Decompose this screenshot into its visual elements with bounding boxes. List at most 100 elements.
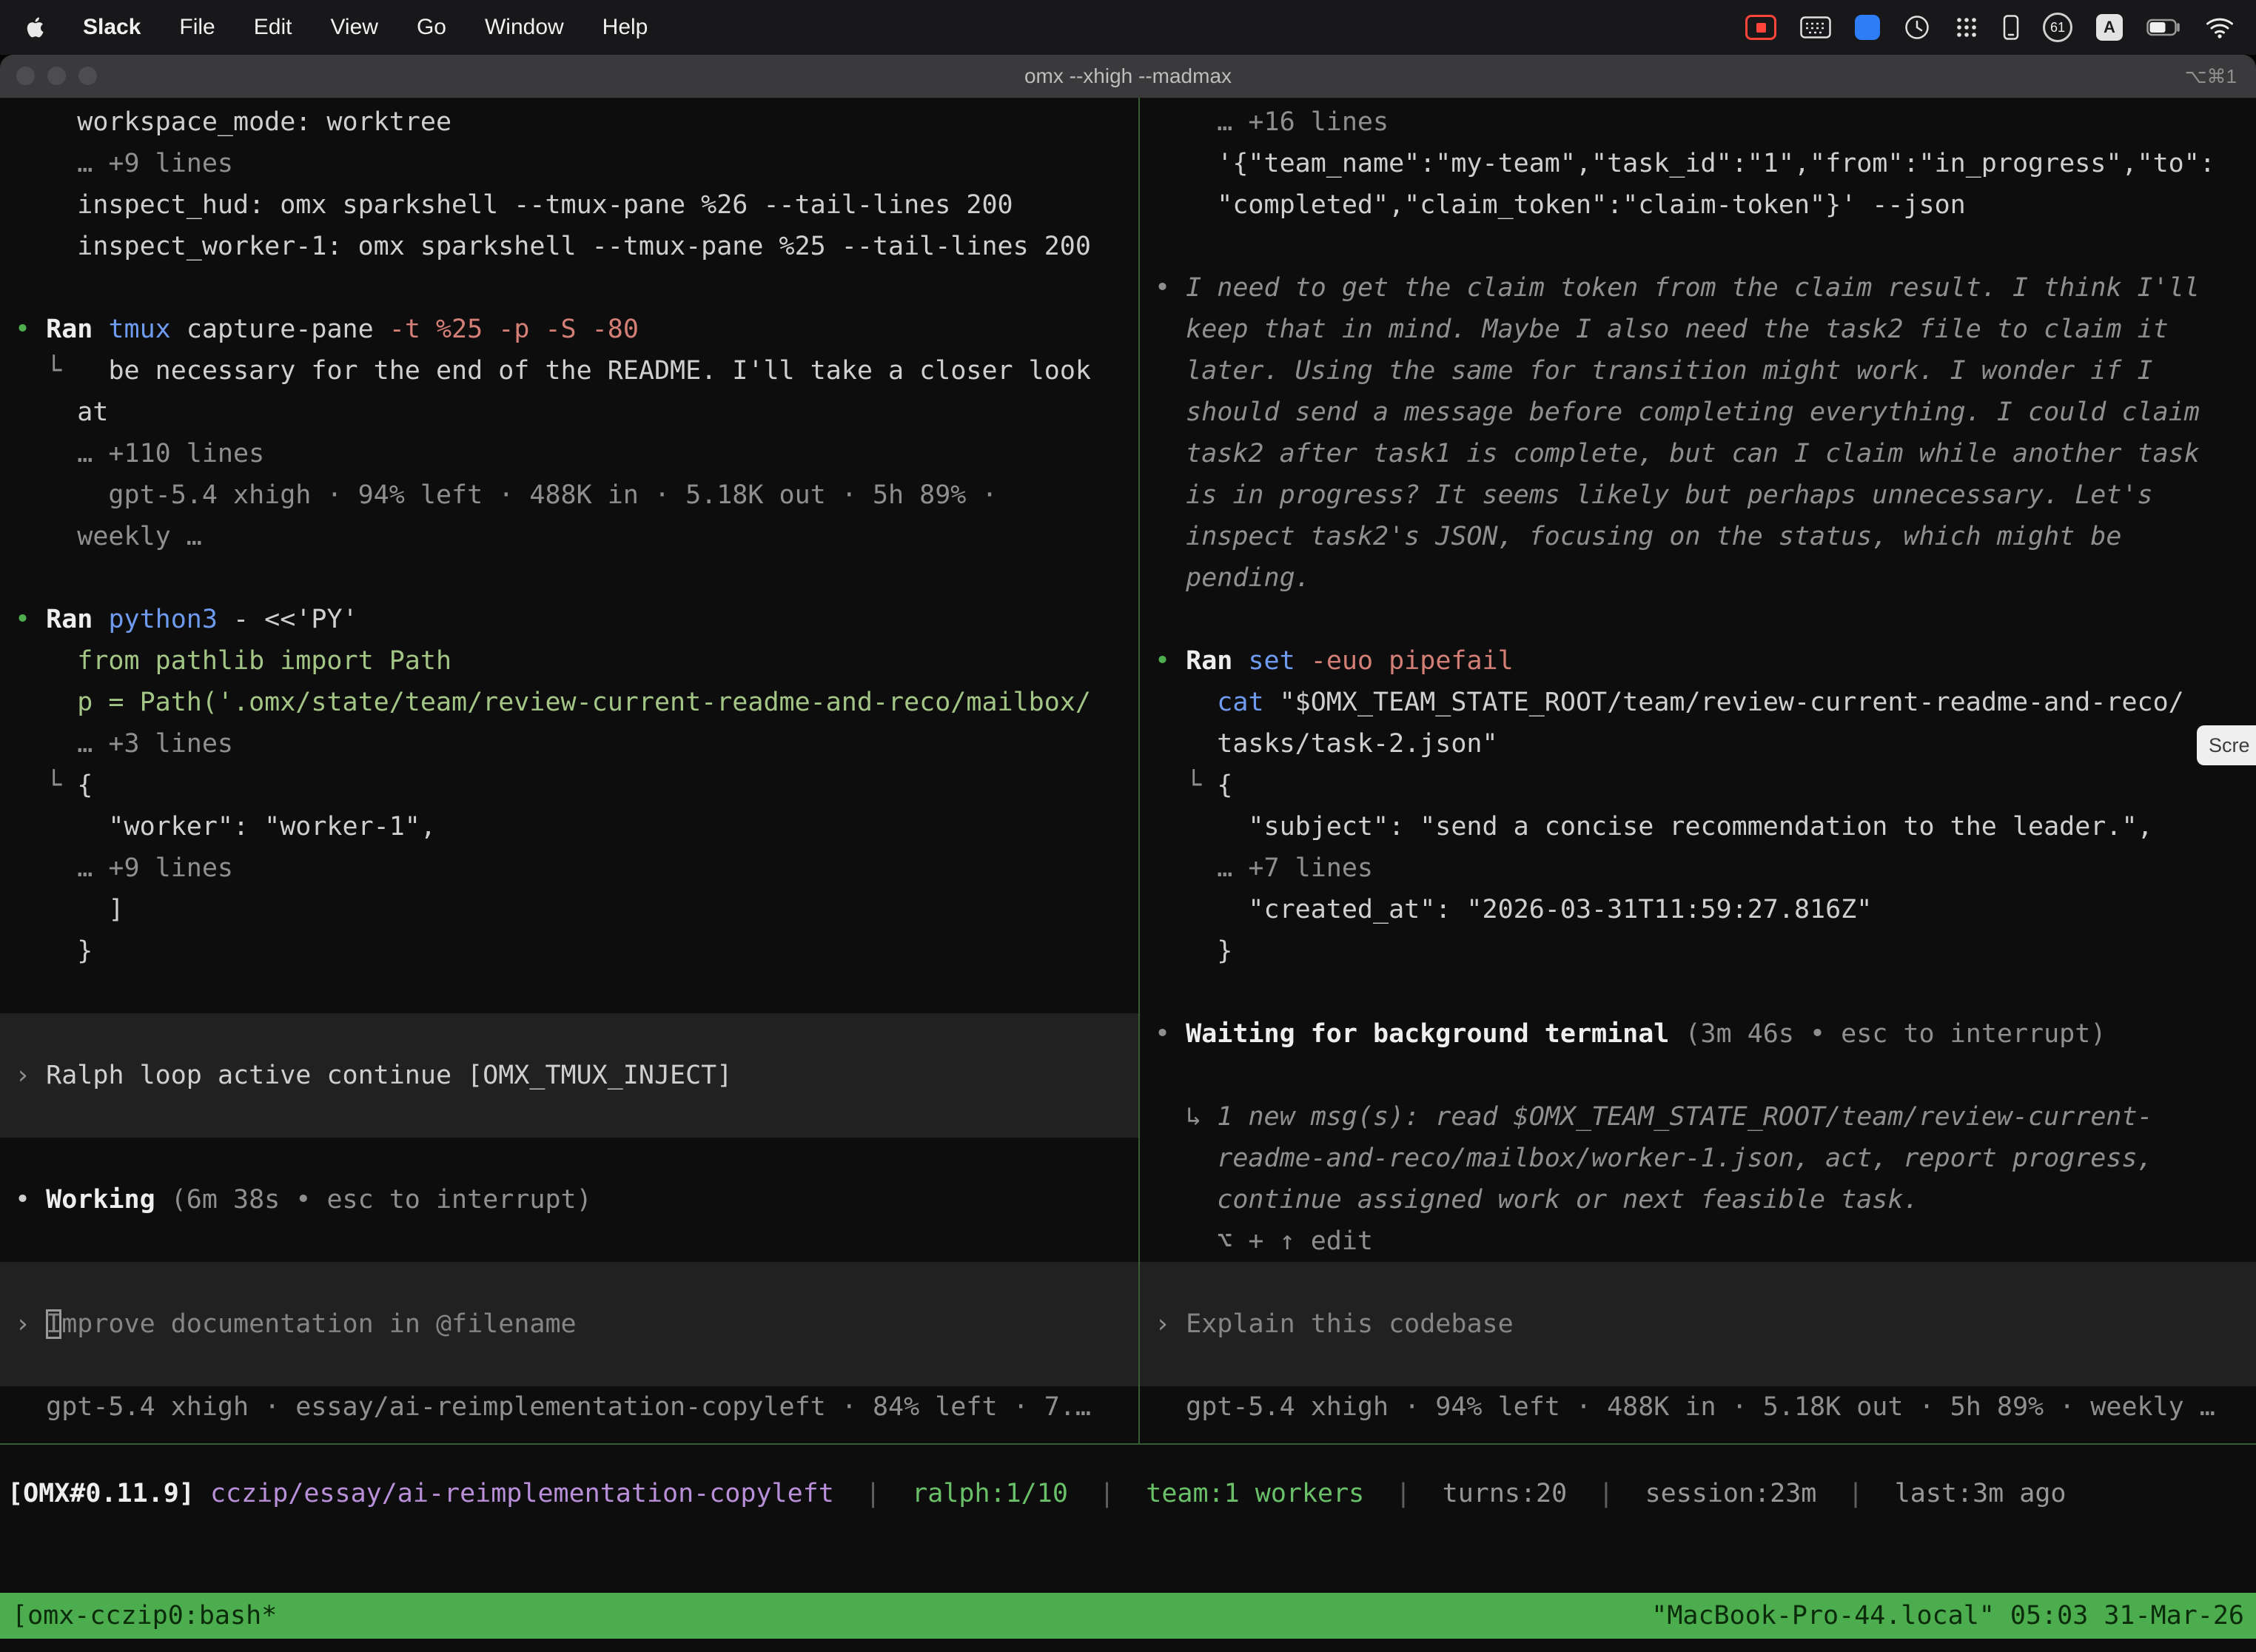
terminal-line: • Ran set -euo pipefail: [1140, 640, 2256, 682]
screenshot-preview-overlay[interactable]: Scre: [2197, 725, 2256, 765]
terminal-line: gpt-5.4 xhigh · 94% left · 488K in · 5.1…: [1140, 1386, 2256, 1428]
terminal-line: [0, 972, 1138, 1013]
terminal-line: • Waiting for background terminal (3m 46…: [1140, 1013, 2256, 1055]
terminal-line: "subject": "send a concise recommendatio…: [1140, 806, 2256, 847]
terminal-line: task2 after task1 is complete, but can I…: [1140, 433, 2256, 474]
menu-go[interactable]: Go: [397, 15, 466, 39]
terminal-line: workspace_mode: worktree: [0, 101, 1138, 143]
menu-help[interactable]: Help: [583, 15, 668, 39]
clock-icon[interactable]: [1904, 14, 1930, 41]
menubar-menus: FileEditViewGoWindowHelp: [160, 15, 667, 40]
terminal-line: [1140, 1262, 2256, 1303]
battery-percentage-value: 61: [2050, 20, 2065, 36]
terminal-line: cat "$OMX_TEAM_STATE_ROOT/team/review-cu…: [1140, 682, 2256, 723]
terminal-line: … +7 lines: [1140, 847, 2256, 889]
terminal-line: └ {: [0, 765, 1138, 806]
terminal-line: ⌥ + ↑ edit: [1140, 1220, 2256, 1262]
tmux-status-bar: [omx-cczip0:bash* "MacBook-Pro-44.local"…: [0, 1593, 2256, 1639]
terminal-line: inspect_hud: omx sparkshell --tmux-pane …: [0, 184, 1138, 226]
terminal-line: is in progress? It seems likely but perh…: [1140, 474, 2256, 516]
terminal-line: ]: [0, 889, 1138, 930]
terminal-line: "completed","claim_token":"claim-token"}…: [1140, 184, 2256, 226]
terminal-window: omx --xhigh --madmax ⌥⌘1 workspace_mode:…: [0, 55, 2256, 1652]
pane-divider-horizontal[interactable]: [0, 1443, 2256, 1445]
terminal-line: ↳ 1 new msg(s): read $OMX_TEAM_STATE_ROO…: [1140, 1096, 2256, 1138]
terminal-line: … +9 lines: [0, 847, 1138, 889]
tmux-host-clock: "MacBook-Pro-44.local" 05:03 31-Mar-26: [1651, 1593, 2244, 1639]
terminal-line: later. Using the same for transition mig…: [1140, 350, 2256, 392]
terminal-line: [0, 1138, 1138, 1179]
terminal-line: "worker": "worker-1",: [0, 806, 1138, 847]
terminal-line: [1140, 1055, 2256, 1096]
terminal-line: └ be necessary for the end of the README…: [0, 350, 1138, 392]
terminal-line: pending.: [1140, 557, 2256, 599]
keyboard-icon[interactable]: [1800, 16, 1831, 38]
desktop: Slack FileEditViewGoWindowHelp 61 A: [0, 0, 2256, 1652]
terminal-line: keep that in mind. Maybe I also need the…: [1140, 309, 2256, 350]
terminal-line: • I need to get the claim token from the…: [1140, 267, 2256, 309]
terminal-line: }: [0, 930, 1138, 972]
terminal-line: at: [0, 392, 1138, 433]
app-grid-icon[interactable]: [1954, 15, 1979, 40]
terminal-line: … +3 lines: [0, 723, 1138, 765]
menu-app-slack[interactable]: Slack: [64, 15, 160, 40]
battery-percentage-badge[interactable]: 61: [2043, 13, 2072, 42]
terminal-line: [1140, 972, 2256, 1013]
phone-icon[interactable]: [2003, 15, 2019, 40]
left-pane: workspace_mode: worktree … +9 lines insp…: [0, 101, 1138, 1428]
terminal-line: gpt-5.4 xhigh · 94% left · 488K in · 5.1…: [0, 474, 1138, 516]
terminal-line: [1140, 1345, 2256, 1386]
input-source-icon[interactable]: A: [2096, 14, 2123, 41]
menu-window[interactable]: Window: [466, 15, 583, 39]
pane-divider-vertical[interactable]: [1138, 98, 1140, 1443]
window-title: omx --xhigh --madmax: [0, 55, 2256, 98]
menubar: Slack FileEditViewGoWindowHelp 61 A: [0, 0, 2256, 55]
terminal-line: [0, 557, 1138, 599]
window-titlebar[interactable]: omx --xhigh --madmax ⌥⌘1: [0, 55, 2256, 98]
terminal-line: … +16 lines: [1140, 101, 2256, 143]
right-pane: … +16 lines '{"team_name":"my-team","tas…: [1140, 101, 2256, 1428]
terminal-line: [0, 1220, 1138, 1262]
tmux-session-label: [omx-cczip0:bash*: [12, 1593, 277, 1639]
terminal-line: p = Path('.omx/state/team/review-current…: [0, 682, 1138, 723]
terminal-line: [0, 1262, 1138, 1303]
terminal-line: from pathlib import Path: [0, 640, 1138, 682]
terminal-line: [0, 1013, 1138, 1055]
terminal-line: continue assigned work or next feasible …: [1140, 1179, 2256, 1220]
composer-input[interactable]: › Explain this codebase: [1140, 1303, 2256, 1345]
menu-file[interactable]: File: [160, 15, 234, 39]
omx-statusline: [OMX#0.11.9] cczip/essay/ai-reimplementa…: [0, 1473, 2067, 1514]
menu-edit[interactable]: Edit: [235, 15, 312, 39]
terminal-line: inspect_worker-1: omx sparkshell --tmux-…: [0, 226, 1138, 267]
terminal-line: should send a message before completing …: [1140, 392, 2256, 433]
terminal-line: [0, 267, 1138, 309]
terminal-line: '{"team_name":"my-team","task_id":"1","f…: [1140, 143, 2256, 184]
menubar-status-icons: 61 A: [1745, 13, 2241, 42]
composer-input[interactable]: › Improve documentation in @filename: [0, 1303, 1138, 1345]
wifi-icon[interactable]: [2206, 16, 2234, 38]
window-shortcut-hint: ⌥⌘1: [2185, 55, 2237, 98]
terminal-line: "created_at": "2026-03-31T11:59:27.816Z": [1140, 889, 2256, 930]
terminal-line: … +9 lines: [0, 143, 1138, 184]
battery-icon[interactable]: [2146, 19, 2182, 36]
raycast-icon[interactable]: [1855, 15, 1880, 40]
terminal-line: • Working (6m 38s • esc to interrupt): [0, 1179, 1138, 1220]
ralph-loop-banner: › Ralph loop active continue [OMX_TMUX_I…: [0, 1055, 1138, 1096]
terminal-line: … +110 lines: [0, 433, 1138, 474]
apple-logo-icon: [25, 16, 44, 38]
terminal-line: • Ran tmux capture-pane -t %25 -p -S -80: [0, 309, 1138, 350]
terminal-line: [0, 1345, 1138, 1386]
input-source-letter: A: [2104, 18, 2115, 37]
terminal-line: gpt-5.4 xhigh · essay/ai-reimplementatio…: [0, 1386, 1138, 1428]
terminal-line: [1140, 599, 2256, 640]
apple-menu[interactable]: [15, 16, 64, 38]
terminal-line: • Ran python3 - <<'PY': [0, 599, 1138, 640]
terminal-line: readme-and-reco/mailbox/worker-1.json, a…: [1140, 1138, 2256, 1179]
terminal-line: └ {: [1140, 765, 2256, 806]
screen-recording-stop-icon[interactable]: [1745, 15, 1776, 40]
menu-view[interactable]: View: [311, 15, 397, 39]
terminal-line: }: [1140, 930, 2256, 972]
terminal-line: inspect task2's JSON, focusing on the st…: [1140, 516, 2256, 557]
terminal-line: weekly …: [0, 516, 1138, 557]
menubar-left: Slack FileEditViewGoWindowHelp: [15, 15, 667, 40]
